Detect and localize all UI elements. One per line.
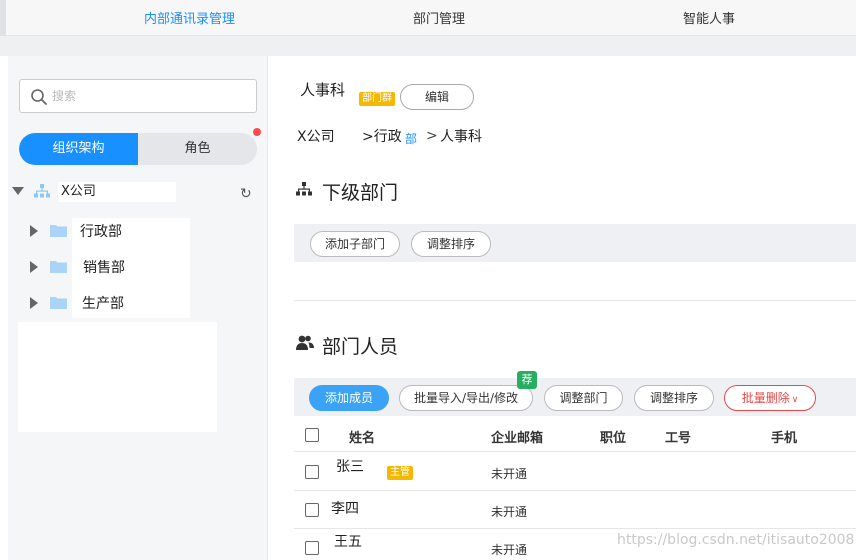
org-tree-icon [34, 184, 50, 198]
section-divider [294, 300, 856, 301]
members-title: 部门人员 [322, 336, 399, 358]
add-sub-department-button[interactable]: 添加子部门 [310, 231, 400, 257]
batch-delete-label: 批量删除 [741, 391, 790, 405]
tree-caret-icon[interactable] [30, 225, 38, 237]
adjust-order-button[interactable]: 调整排序 [411, 231, 491, 257]
breadcrumb-current: 人事科 [440, 129, 482, 145]
tree-item-admin[interactable]: 行政部 [28, 220, 198, 242]
column-position: 职位 [600, 431, 627, 446]
tree-expand-caret-icon[interactable] [12, 187, 24, 195]
search-box[interactable] [19, 79, 257, 113]
nav-smart-hr[interactable]: 智能人事 [683, 8, 735, 27]
sidebar: 组织架构 角色 X公司 ↻ 行政部 销售部 生产部 [8, 56, 268, 560]
main-panel: 人事科 部门群 编辑 X公司 >行政 部 > 人事科 下级部门 添加子部门 调整… [269, 56, 856, 560]
tree-item-label: 生产部 [82, 296, 124, 312]
edit-button[interactable]: 编辑 [400, 84, 474, 110]
members-toolbar: 添加成员 批量导入/导出/修改 调整部门 调整排序 批量删除 ∨ [294, 378, 856, 416]
tree-item-label: 销售部 [83, 260, 125, 276]
add-member-button[interactable]: 添加成员 [309, 385, 389, 411]
search-icon [31, 89, 47, 105]
header-gap [0, 36, 856, 56]
batch-import-export-button[interactable]: 批量导入/导出/修改 [399, 385, 533, 411]
folder-icon [50, 297, 67, 309]
sub-department-toolbar: 添加子部门 调整排序 [294, 224, 856, 262]
tree-root-company[interactable]: X公司 [58, 182, 176, 202]
member-name: 王五 [334, 534, 362, 550]
chevron-down-icon: ∨ [791, 395, 799, 405]
members-icon [296, 335, 314, 350]
breadcrumb-admin[interactable]: >行政 [362, 126, 402, 146]
member-email-status: 未开通 [491, 543, 528, 557]
tree-item-production[interactable]: 生产部 [28, 292, 198, 314]
sub-department-icon [296, 182, 312, 196]
recommend-badge: 荐 [517, 371, 537, 389]
manager-badge: 主管 [387, 466, 413, 480]
breadcrumb-company[interactable]: X公司 [297, 126, 335, 146]
tree-caret-icon[interactable] [30, 261, 38, 273]
adjust-department-button[interactable]: 调整部门 [544, 385, 623, 411]
member-name: 李四 [331, 501, 359, 517]
column-email: 企业邮箱 [491, 431, 544, 446]
row-checkbox[interactable] [305, 541, 319, 555]
nav-department-management[interactable]: 部门管理 [413, 8, 465, 27]
sub-departments-title: 下级部门 [322, 182, 399, 204]
select-all-checkbox[interactable] [305, 428, 319, 442]
folder-icon [50, 261, 67, 273]
row-checkbox[interactable] [305, 465, 319, 479]
breadcrumb-admin-suffix[interactable]: 部 [405, 130, 417, 147]
search-input[interactable] [52, 86, 242, 106]
breadcrumb-separator: > [426, 128, 438, 144]
nav-contacts-management[interactable]: 内部通讯录管理 [144, 8, 235, 27]
row-checkbox[interactable] [305, 503, 319, 517]
tab-org-structure[interactable]: 组织架构 [19, 133, 138, 165]
column-mobile: 手机 [771, 431, 798, 446]
column-employee-id: 工号 [665, 431, 692, 446]
sidebar-blank-panel [18, 322, 217, 432]
refresh-icon[interactable]: ↻ [240, 186, 252, 202]
member-email-status: 未开通 [491, 505, 528, 519]
member-email-status: 未开通 [491, 467, 528, 481]
department-title: 人事科 [300, 81, 346, 99]
tab-roles[interactable]: 角色 [138, 133, 257, 165]
view-segment-control: 组织架构 角色 [19, 133, 257, 165]
table-row[interactable]: 李四 未开通 [294, 491, 856, 529]
top-nav-bar: 内部通讯录管理 部门管理 智能人事 [0, 0, 856, 36]
members-table-header: 姓名 企业邮箱 职位 工号 手机 [294, 418, 856, 452]
batch-delete-button[interactable]: 批量删除 ∨ [724, 385, 816, 411]
tree-item-label: 行政部 [80, 224, 122, 240]
department-group-badge: 部门群 [359, 92, 395, 106]
left-edge-strip [0, 0, 6, 36]
member-name: 张三 [336, 459, 364, 475]
column-name: 姓名 [349, 431, 376, 446]
folder-icon [50, 225, 67, 237]
tree-item-sales[interactable]: 销售部 [28, 256, 198, 278]
watermark-text: https://blog.csdn.net/itisauto2008 [617, 532, 855, 548]
adjust-order-button[interactable]: 调整排序 [634, 385, 714, 411]
table-row[interactable]: 张三 主管 未开通 [294, 453, 856, 491]
tree-caret-icon[interactable] [30, 297, 38, 309]
